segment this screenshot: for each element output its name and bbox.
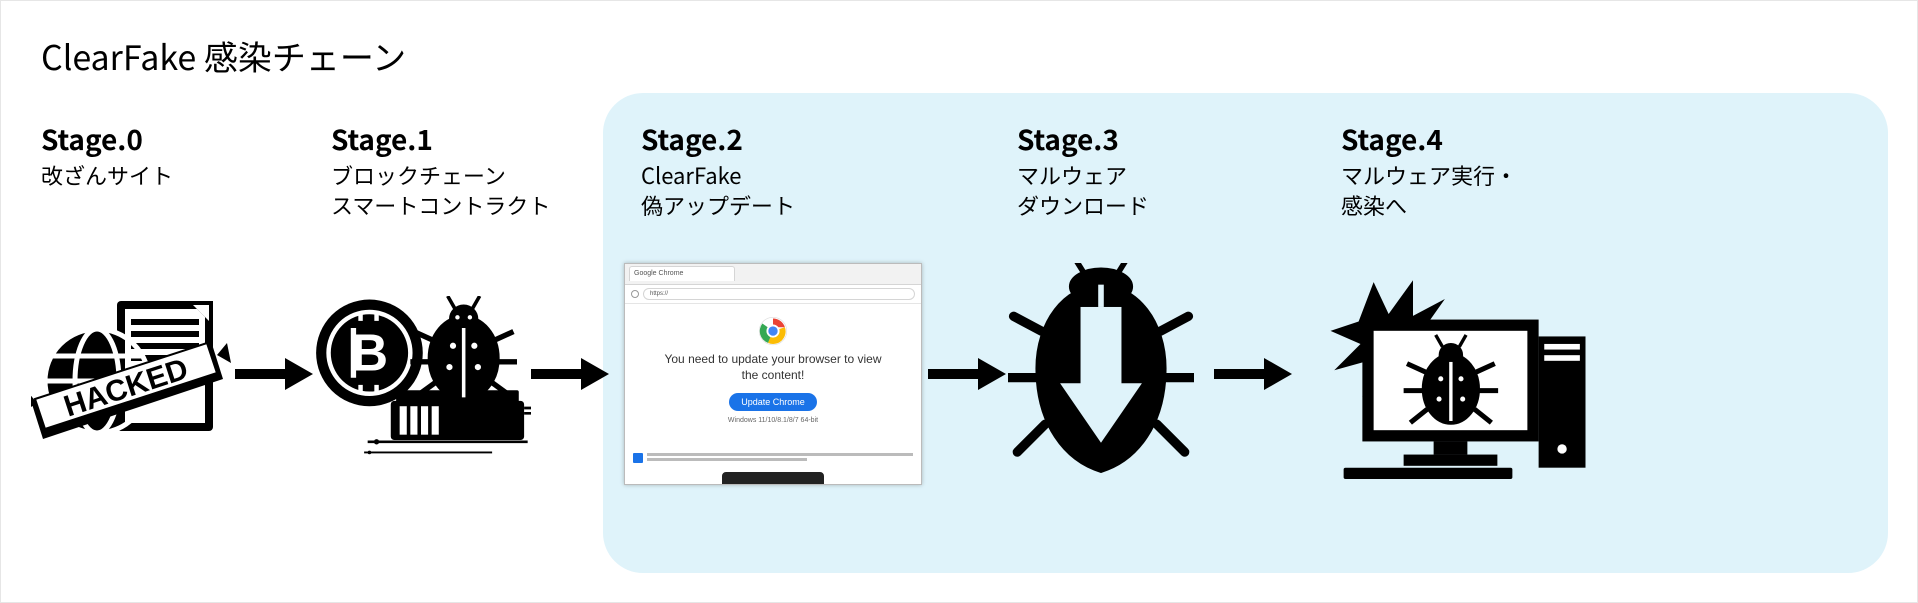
stage-1: Stage.1 ブロックチェーンスマートコントラクト — [331, 119, 591, 220]
stage-4: Stage.4 マルウェア実行・感染へ — [1341, 119, 1601, 220]
stage-label: Stage.3 — [1017, 119, 1277, 159]
stage-label: Stage.4 — [1341, 119, 1601, 159]
mock-update-button: Update Chrome — [729, 393, 817, 411]
stage-label: Stage.0 — [41, 119, 301, 159]
blockchain-bug-icon: B — [311, 296, 531, 456]
mock-url: https:// — [643, 288, 915, 300]
mock-browser: Google Chrome https:// You need to updat… — [624, 263, 922, 485]
mock-tabbar: Google Chrome — [625, 264, 921, 285]
mock-tab: Google Chrome — [629, 266, 735, 281]
hacked-site-icon: HACKED — [31, 271, 231, 471]
infected-pc-icon — [1293, 263, 1593, 483]
stage-desc: マルウェアダウンロード — [1017, 161, 1277, 220]
fake-update-screenshot-icon: Google Chrome https:// You need to updat… — [623, 259, 923, 489]
malware-download-icon — [1008, 263, 1194, 483]
stage-3: Stage.3 マルウェアダウンロード — [1017, 119, 1277, 220]
stage-desc: マルウェア実行・感染へ — [1341, 161, 1601, 220]
info-icon — [633, 453, 643, 463]
stage-label: Stage.2 — [641, 119, 901, 159]
flow-arrow-icon — [529, 356, 609, 392]
mock-footer-text — [647, 453, 913, 463]
mock-phone-icon — [722, 472, 824, 484]
svg-text:B: B — [351, 324, 388, 382]
mock-headline: You need to update your browser to viewt… — [664, 352, 881, 383]
mock-addressbar: https:// — [625, 285, 921, 304]
diagram-root: ClearFake 感染チェーン Stage.0 改ざんサイト Stage.1 … — [0, 0, 1918, 603]
flow-arrow-icon — [926, 356, 1006, 392]
mock-content: You need to update your browser to viewt… — [625, 304, 921, 444]
diagram-title: ClearFake 感染チェーン — [41, 31, 406, 80]
stage-label: Stage.1 — [331, 119, 591, 159]
mock-footer — [625, 444, 921, 472]
stage-desc: ブロックチェーンスマートコントラクト — [331, 161, 591, 220]
flow-arrow-icon — [233, 356, 313, 392]
reload-icon — [631, 290, 639, 298]
stage-0: Stage.0 改ざんサイト — [41, 119, 301, 191]
mock-subtext: Windows 11/10/8.1/8/7 64-bit — [728, 417, 818, 424]
flow-arrow-icon — [1212, 356, 1292, 392]
stage-desc: ClearFake偽アップデート — [641, 161, 901, 220]
chrome-logo-icon — [758, 316, 788, 346]
stage-2: Stage.2 ClearFake偽アップデート — [641, 119, 901, 220]
stage-desc: 改ざんサイト — [41, 161, 301, 191]
